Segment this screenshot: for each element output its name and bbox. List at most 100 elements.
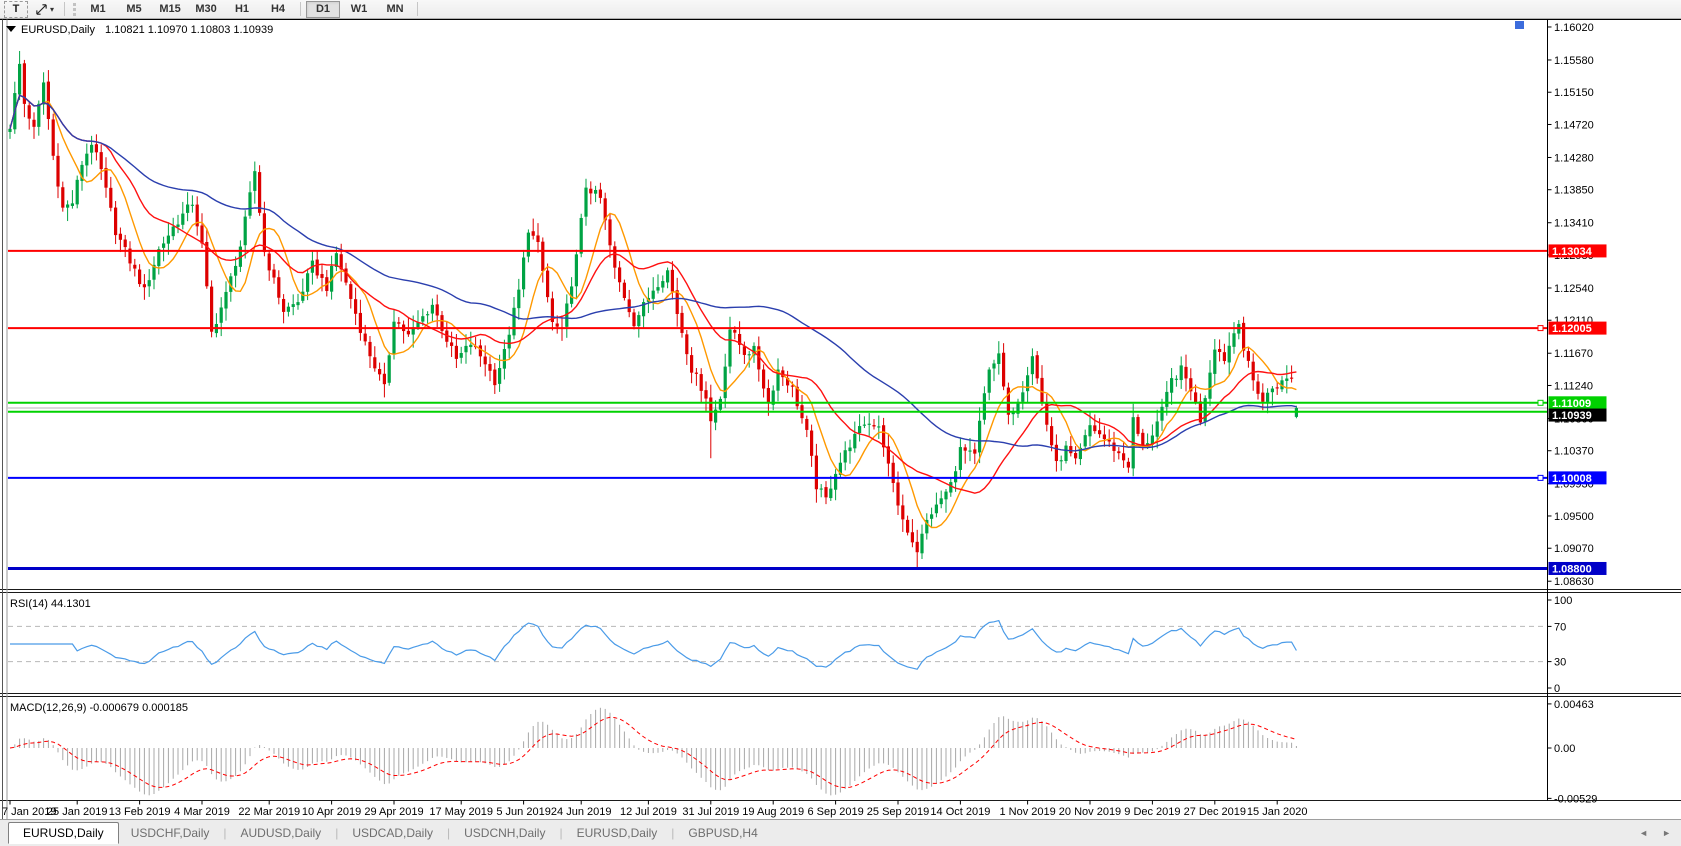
svg-text:1.10008: 1.10008 — [1552, 473, 1592, 485]
svg-text:13 Feb 2019: 13 Feb 2019 — [109, 806, 171, 818]
line-drag-handle[interactable] — [1537, 399, 1544, 406]
svg-text:1.10370: 1.10370 — [1554, 446, 1594, 458]
tab-separator: | — [223, 826, 227, 840]
timeframe-button-group: M1 M5 M15 M30 H1 H4 D1 W1 MN — [80, 0, 413, 18]
svg-text:1.09070: 1.09070 — [1554, 543, 1594, 555]
svg-text:1.14280: 1.14280 — [1554, 152, 1594, 164]
svg-text:1.13850: 1.13850 — [1554, 185, 1594, 197]
chart-marker-icon — [1515, 21, 1524, 29]
tab-eurusd-daily[interactable]: EURUSD,Daily — [8, 822, 119, 844]
svg-text:30: 30 — [1554, 657, 1566, 669]
chart-title: EURUSD,Daily 1.10821 1.10970 1.10803 1.10… — [21, 24, 273, 36]
timeframe-button-m15[interactable]: M15 — [153, 1, 187, 18]
tab-scroll-right-button[interactable]: ► — [1662, 828, 1671, 838]
tab-usdcad-daily[interactable]: USDCAD,Daily — [340, 822, 445, 844]
tab-usdchf-daily[interactable]: USDCHF,Daily — [119, 822, 222, 844]
svg-text:1.16020: 1.16020 — [1554, 22, 1594, 34]
line-drag-handle[interactable] — [1537, 325, 1544, 332]
cursor-tool-button[interactable]: ▾ — [30, 1, 59, 18]
tab-audusd-daily[interactable]: AUDUSD,Daily — [229, 822, 334, 844]
svg-text:1.08630: 1.08630 — [1554, 576, 1594, 588]
svg-text:1.11240: 1.11240 — [1554, 380, 1593, 392]
rsi-pane[interactable] — [8, 619, 1547, 670]
svg-text:27 Dec 2019: 27 Dec 2019 — [1184, 806, 1246, 818]
fast-ma-line — [9, 94, 1297, 529]
svg-text:70: 70 — [1554, 621, 1566, 633]
rsi-indicator-label: RSI(14) 44.1301 — [10, 598, 91, 610]
svg-text:12 Jul 2019: 12 Jul 2019 — [620, 806, 677, 818]
timeframe-button-h4[interactable]: H4 — [261, 1, 295, 18]
line-drag-handle[interactable] — [1537, 474, 1544, 481]
svg-text:17 May 2019: 17 May 2019 — [429, 806, 493, 818]
timeframe-button-m1[interactable]: M1 — [81, 1, 115, 18]
timeframe-button-h1[interactable]: H1 — [225, 1, 259, 18]
timeframe-button-w1[interactable]: W1 — [342, 1, 376, 18]
svg-text:22 Mar 2019: 22 Mar 2019 — [238, 806, 300, 818]
svg-text:1.09500: 1.09500 — [1554, 511, 1594, 523]
price-chart-svg[interactable]: 1.16020 1.15580 1.15150 1.14720 1.14280 1.138… — [0, 18, 1681, 819]
slow-ma-line — [9, 94, 1297, 452]
chart-tabs-bar: EURUSD,Daily USDCHF,Daily | AUDUSD,Daily | US… — [0, 819, 1681, 846]
toolbar-grip — [73, 2, 77, 16]
svg-text:0.00: 0.00 — [1554, 743, 1575, 755]
svg-text:24 Jun 2019: 24 Jun 2019 — [551, 806, 612, 818]
macd-indicator-label: MACD(12,26,9) -0.000679 0.000185 — [10, 702, 188, 714]
tab-scroll-left-button[interactable]: ◄ — [1639, 828, 1648, 838]
toolbar: T ▾ M1 M5 M15 M30 H1 H4 D1 W1 MN — [0, 0, 1681, 19]
svg-text:20 Nov 2019: 20 Nov 2019 — [1059, 806, 1121, 818]
svg-text:10 Apr 2019: 10 Apr 2019 — [302, 806, 361, 818]
svg-text:6 Sep 2019: 6 Sep 2019 — [807, 806, 863, 818]
tab-usdcnh-daily[interactable]: USDCNH,Daily — [452, 822, 557, 844]
candles-layer — [8, 50, 1298, 570]
svg-text:19 Aug 2019: 19 Aug 2019 — [742, 806, 804, 818]
svg-text:1.15580: 1.15580 — [1554, 55, 1594, 67]
tab-separator: | — [447, 826, 451, 840]
timeframe-button-m30[interactable]: M30 — [189, 1, 223, 18]
chart-tabs: EURUSD,Daily USDCHF,Daily | AUDUSD,Daily | US… — [0, 822, 770, 844]
svg-text:0.00463: 0.00463 — [1554, 699, 1594, 711]
timeframe-button-d1[interactable]: D1 — [306, 0, 341, 18]
svg-text:1.10939: 1.10939 — [1552, 410, 1592, 422]
svg-text:1.08800: 1.08800 — [1552, 563, 1592, 575]
svg-text:1.15150: 1.15150 — [1554, 87, 1594, 99]
toolbar-separator — [417, 2, 419, 16]
svg-text:14 Oct 2019: 14 Oct 2019 — [930, 806, 990, 818]
svg-text:100: 100 — [1554, 595, 1572, 607]
rsi-line — [10, 619, 1297, 670]
svg-text:25 Jan 2019: 25 Jan 2019 — [47, 806, 108, 818]
svg-text:1 Nov 2019: 1 Nov 2019 — [999, 806, 1055, 818]
text-tool-button[interactable]: T — [4, 0, 28, 18]
svg-text:-0.00529: -0.00529 — [1554, 793, 1597, 805]
svg-text:1.11009: 1.11009 — [1552, 398, 1591, 410]
main-price-pane[interactable] — [8, 50, 1547, 570]
tab-gbpusd-h4[interactable]: GBPUSD,H4 — [676, 822, 769, 844]
tab-scroll-buttons: ◄ ► — [1639, 828, 1671, 838]
svg-text:1.12540: 1.12540 — [1554, 283, 1594, 295]
dropdown-caret-icon: ▾ — [50, 4, 55, 14]
svg-text:5 Jun 2019: 5 Jun 2019 — [496, 806, 550, 818]
tab-separator: | — [671, 826, 675, 840]
svg-text:4 Mar 2019: 4 Mar 2019 — [174, 806, 230, 818]
timeframe-button-m5[interactable]: M5 — [117, 1, 151, 18]
svg-text:1.11670: 1.11670 — [1554, 348, 1593, 360]
svg-text:25 Sep 2019: 25 Sep 2019 — [867, 806, 929, 818]
toolbar-separator — [64, 2, 66, 16]
svg-text:1.14720: 1.14720 — [1554, 119, 1594, 131]
svg-text:1.13410: 1.13410 — [1554, 218, 1594, 230]
toolbar-separator — [300, 2, 302, 16]
macd-histogram — [14, 707, 1297, 796]
macd-pane[interactable] — [9, 707, 1297, 796]
tab-separator: | — [559, 826, 563, 840]
svg-text:15 Jan 2020: 15 Jan 2020 — [1247, 806, 1308, 818]
tab-eurusd-daily[interactable]: EURUSD,Daily — [565, 822, 670, 844]
svg-text:29 Apr 2019: 29 Apr 2019 — [364, 806, 423, 818]
crosshair-move-icon — [36, 3, 47, 15]
svg-text:0: 0 — [1554, 683, 1560, 695]
svg-text:9 Dec 2019: 9 Dec 2019 — [1124, 806, 1180, 818]
svg-text:1.12005: 1.12005 — [1552, 323, 1592, 335]
svg-text:31 Jul 2019: 31 Jul 2019 — [682, 806, 739, 818]
date-axis[interactable]: 7 Jan 201925 Jan 2019 13 Feb 2019 4 Mar 20… — [2, 800, 1308, 819]
svg-text:1.13034: 1.13034 — [1552, 246, 1593, 258]
timeframe-button-mn[interactable]: MN — [378, 1, 412, 18]
tab-separator: | — [335, 826, 339, 840]
